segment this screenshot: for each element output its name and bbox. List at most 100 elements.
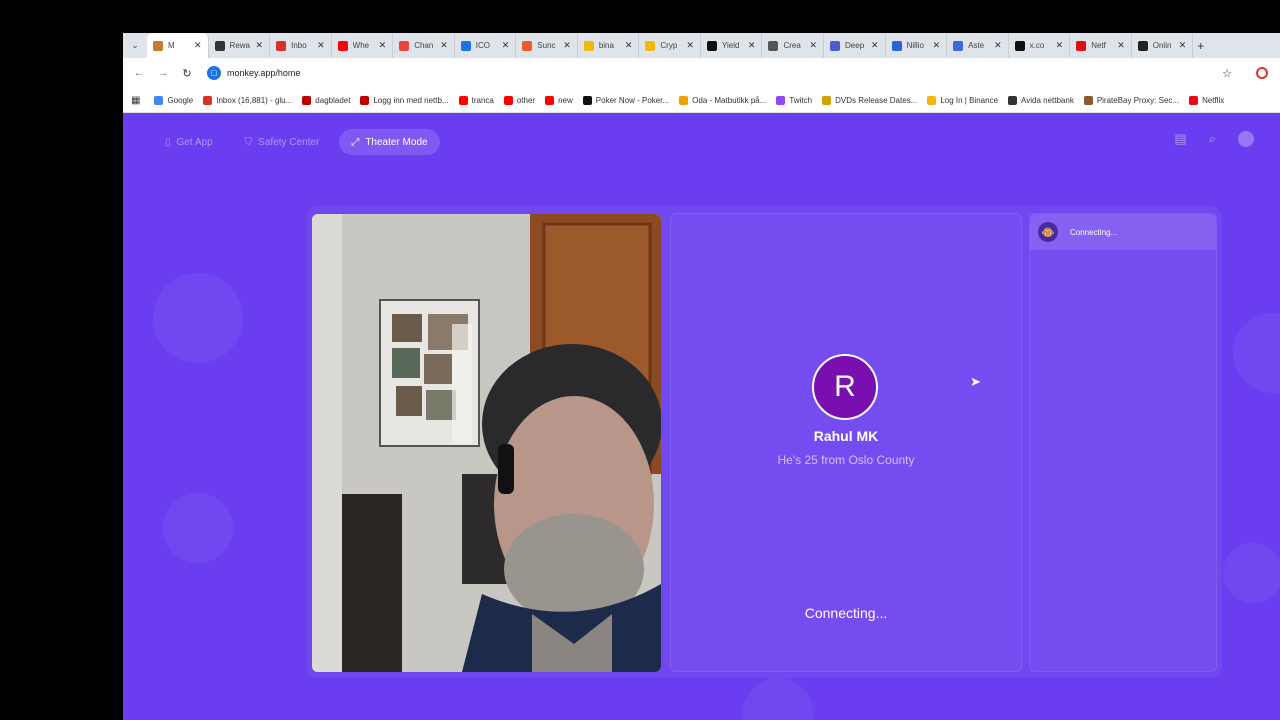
tab-favicon-icon [460, 40, 471, 51]
bookmark-favicon-icon [582, 95, 592, 105]
tab-close-icon[interactable]: ✕ [686, 40, 694, 51]
browser-tab[interactable]: Onlin ✕ [1132, 33, 1194, 58]
tab-favicon-icon [953, 40, 964, 51]
bookmark-item[interactable]: Netflix [1189, 95, 1224, 105]
bookmark-favicon-icon [154, 95, 164, 105]
browser-tab[interactable]: Aste ✕ [947, 33, 1009, 58]
tab-search-chevron-icon[interactable]: ⌄ [123, 40, 147, 51]
bookmark-label: DVDs Release Dates... [835, 95, 918, 105]
tab-close-icon[interactable]: ✕ [994, 40, 1002, 51]
site-info-icon[interactable]: ▢ [207, 66, 221, 80]
shop-icon[interactable]: ▤ [1174, 131, 1186, 147]
bookmark-item[interactable]: Oda - Matbutikk på... [679, 95, 766, 105]
bookmark-favicon-icon [1008, 95, 1018, 105]
bg-decoration [153, 273, 243, 363]
apps-grid-icon[interactable]: ▦ [131, 95, 140, 106]
tab-favicon-icon [214, 40, 225, 51]
browser-tab[interactable]: Yield ✕ [701, 33, 763, 58]
safety-center-button[interactable]: ⛉ Safety Center [233, 129, 332, 155]
bookmark-item[interactable]: Poker Now - Poker... [582, 95, 670, 105]
tab-close-icon[interactable]: ✕ [256, 40, 264, 51]
tab-close-icon[interactable]: ✕ [933, 40, 941, 51]
bookmark-label: other [516, 95, 536, 105]
bookmark-favicon-icon [776, 95, 786, 105]
bookmark-item[interactable]: tranca [458, 95, 494, 105]
bookmark-star-icon[interactable]: ☆ [1222, 67, 1232, 80]
tab-close-icon[interactable]: ✕ [440, 40, 448, 51]
browser-tab[interactable]: ICO ✕ [455, 33, 517, 58]
connection-status: Connecting... [804, 605, 888, 621]
tab-close-icon[interactable]: ✕ [1056, 40, 1064, 51]
browser-tab[interactable]: M ✕ [147, 33, 209, 58]
browser-tab[interactable]: Crea ✕ [762, 33, 825, 58]
expand-icon: ⤢ [351, 136, 360, 148]
tab-favicon-icon [645, 40, 656, 51]
new-tab-plus-icon[interactable]: + [1197, 39, 1204, 53]
tab-favicon-icon [153, 40, 163, 51]
bookmark-item[interactable]: dagbladet [302, 95, 350, 105]
tab-strip: ⌄ M ✕ Rewa ✕ Inbo ✕ Whe ✕ Chan ✕ ICO ✕ Sunc ✕ bina ✕ Cry… [123, 33, 1280, 58]
browser-tab[interactable]: Inbo ✕ [270, 33, 332, 58]
browser-tab[interactable]: Cryp ✕ [639, 33, 701, 58]
bookmark-label: PirateBay Proxy: Sec... [1096, 95, 1180, 105]
reload-icon[interactable]: ↻ [175, 67, 199, 80]
tab-favicon-icon [399, 40, 410, 51]
monkey-app-page: ▯ Get App ⛉ Safety Center ⤢ Theater Mode… [123, 113, 1280, 720]
local-video [312, 214, 661, 672]
bookmark-item[interactable]: PirateBay Proxy: Sec... [1083, 95, 1180, 105]
bookmark-favicon-icon [203, 95, 213, 105]
tab-label: Nillio [906, 41, 924, 50]
browser-tab[interactable]: x.co ✕ [1009, 33, 1071, 58]
bookmark-item[interactable]: Inbox (16,881) - glu... [203, 95, 292, 105]
url-field[interactable]: monkey.app/home [227, 68, 1222, 78]
top-nav: ▯ Get App ⛉ Safety Center ⤢ Theater Mode [153, 129, 440, 155]
browser-tab[interactable]: Netf ✕ [1070, 33, 1132, 58]
bookmark-item[interactable]: DVDs Release Dates... [822, 95, 918, 105]
theater-mode-button[interactable]: ⤢ Theater Mode [339, 129, 440, 155]
avatar-icon[interactable] [1238, 131, 1254, 147]
bookmark-favicon-icon [927, 95, 937, 105]
tab-close-icon[interactable]: ✕ [563, 40, 571, 51]
tab-close-icon[interactable]: ✕ [625, 40, 633, 51]
bookmark-favicon-icon [302, 95, 312, 105]
browser-tab[interactable]: Rewa ✕ [209, 33, 271, 58]
tab-favicon-icon [276, 40, 287, 51]
browser-tab[interactable]: Whe ✕ [332, 33, 394, 58]
bookmark-label: Poker Now - Poker... [595, 95, 670, 105]
bg-decoration [1233, 313, 1280, 393]
extension-icon[interactable] [1256, 67, 1268, 79]
tabs-container: M ✕ Rewa ✕ Inbo ✕ Whe ✕ Chan ✕ ICO ✕ Sunc ✕ bina ✕ Cryp ✕… [147, 33, 1194, 58]
browser-tab[interactable]: bina ✕ [578, 33, 640, 58]
bookmark-item[interactable]: Twitch [776, 95, 812, 105]
browser-tab[interactable]: Chan ✕ [393, 33, 455, 58]
tab-label: Yield [721, 41, 740, 50]
tab-close-icon[interactable]: ✕ [317, 40, 325, 51]
tab-favicon-icon [1137, 40, 1148, 51]
tab-favicon-icon [337, 40, 348, 51]
tab-close-icon[interactable]: ✕ [809, 40, 817, 51]
get-app-button[interactable]: ▯ Get App [153, 129, 225, 155]
tab-label: Chan [414, 41, 434, 50]
forward-arrow-icon[interactable]: → [151, 67, 175, 79]
bookmark-item[interactable]: Google [154, 95, 193, 105]
tab-close-icon[interactable]: ✕ [1117, 40, 1125, 51]
tab-close-icon[interactable]: ✕ [502, 40, 510, 51]
tab-close-icon[interactable]: ✕ [379, 40, 387, 51]
browser-tab[interactable]: Nillio ✕ [886, 33, 948, 58]
tab-close-icon[interactable]: ✕ [194, 40, 202, 51]
bookmark-item[interactable]: Avida nettbank [1008, 95, 1074, 105]
bookmark-favicon-icon [679, 95, 689, 105]
remote-user-panel: R Rahul MK He's 25 from Oslo County Conn… [670, 213, 1022, 672]
bookmark-item[interactable]: Logg inn med nettb... [360, 95, 449, 105]
bookmark-item[interactable]: new [545, 95, 573, 105]
bookmark-item[interactable]: Log In | Binance [927, 95, 998, 105]
safety-center-label: Safety Center [258, 136, 320, 148]
tab-close-icon[interactable]: ✕ [871, 40, 879, 51]
browser-tab[interactable]: Sunc ✕ [516, 33, 578, 58]
browser-tab[interactable]: Deep ✕ [824, 33, 886, 58]
search-icon[interactable]: ⌕ [1209, 131, 1216, 147]
back-arrow-icon[interactable]: ← [127, 67, 151, 79]
tab-close-icon[interactable]: ✕ [1179, 40, 1187, 51]
tab-close-icon[interactable]: ✕ [748, 40, 756, 51]
bookmark-item[interactable]: other [503, 95, 536, 105]
